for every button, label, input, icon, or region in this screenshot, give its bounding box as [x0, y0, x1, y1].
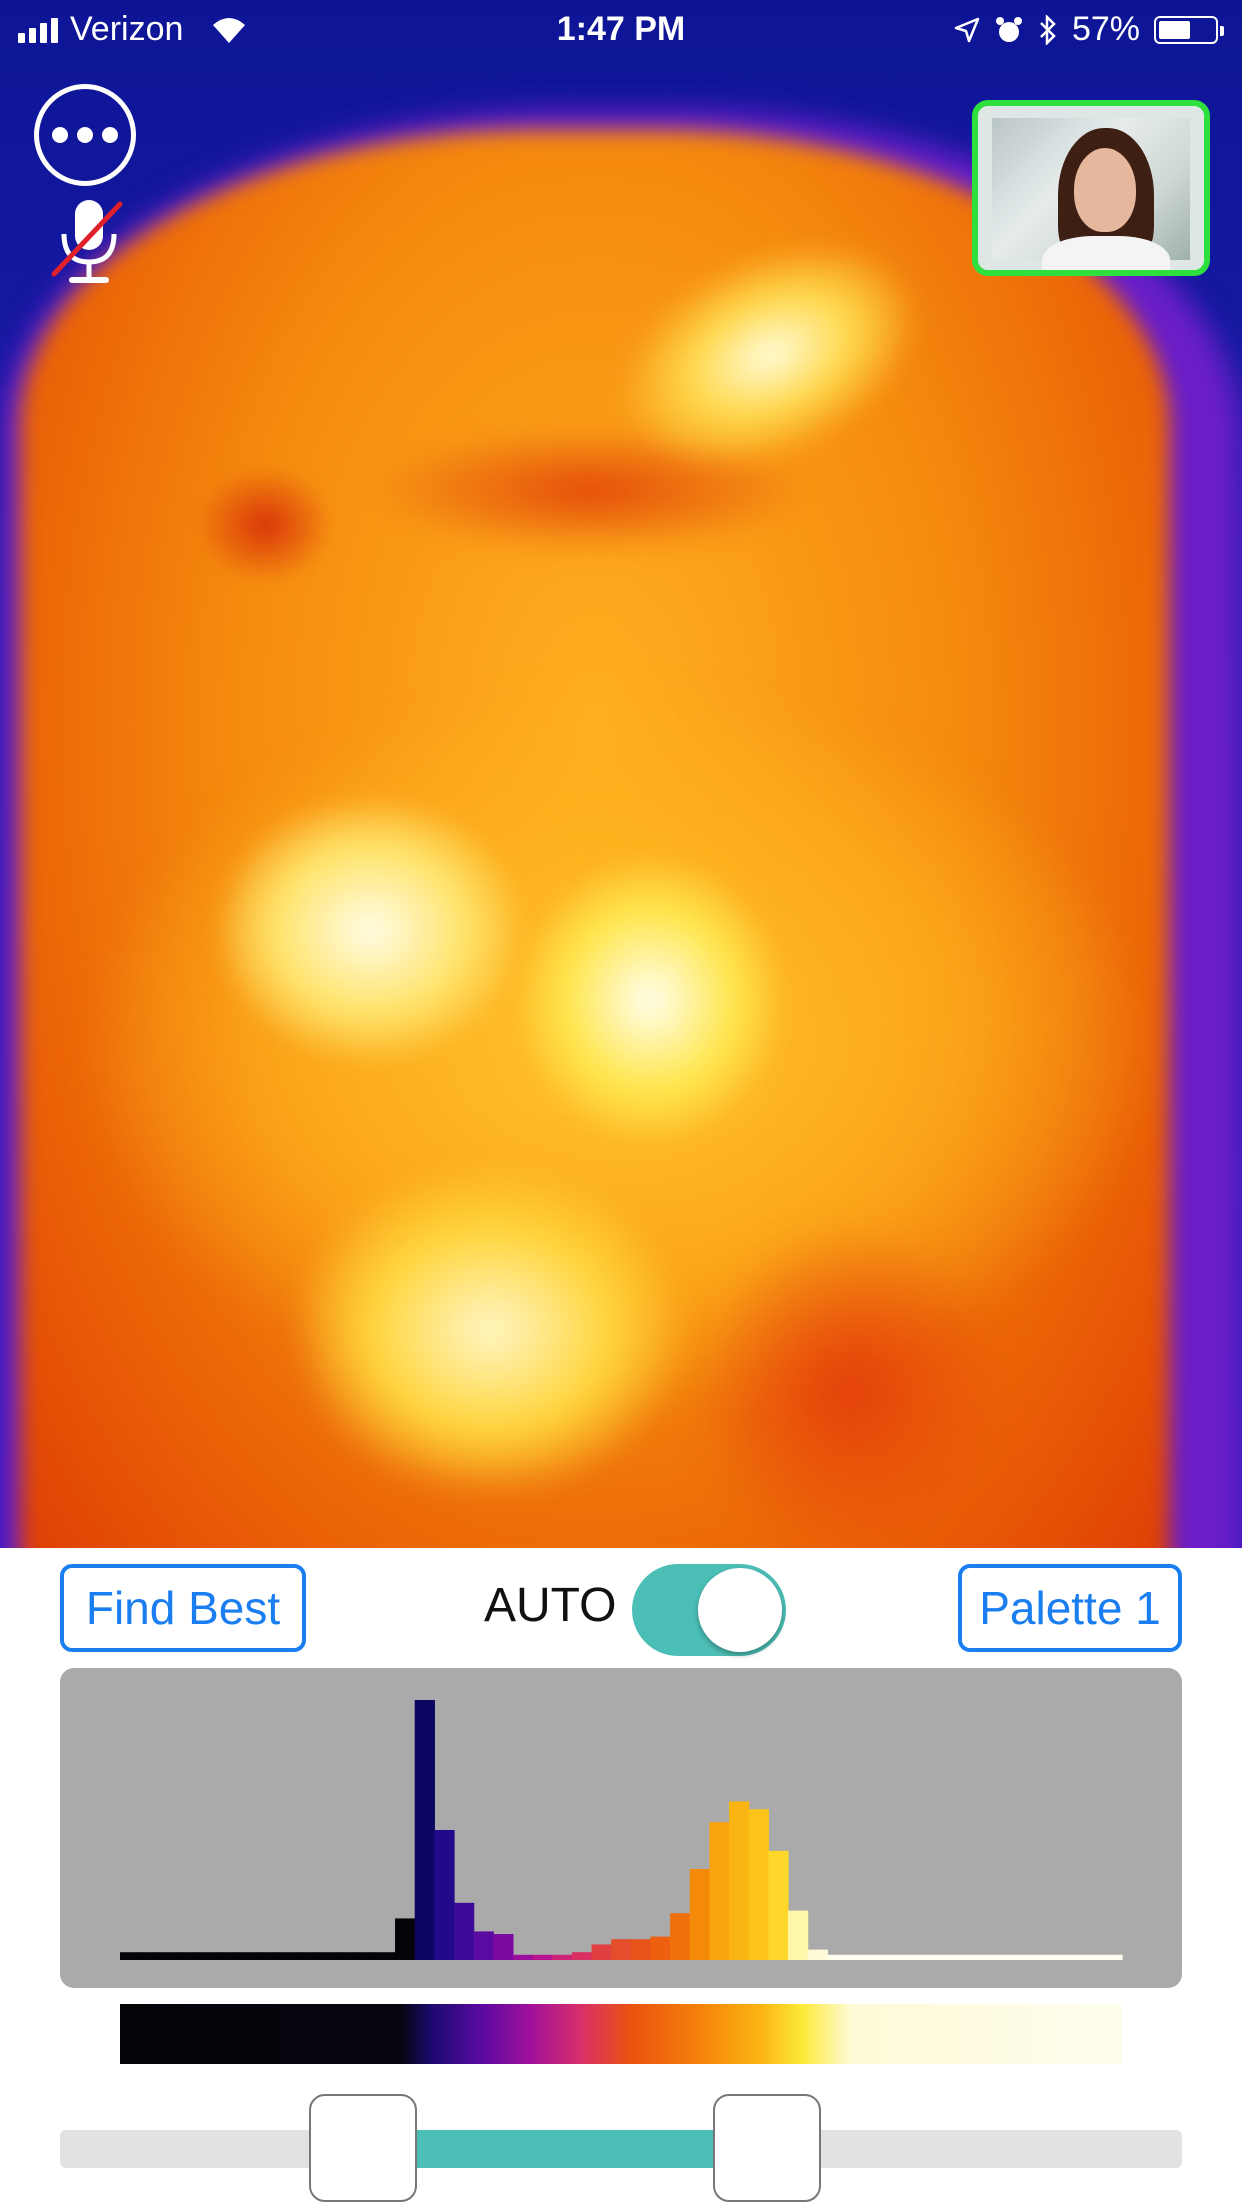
histogram-bar	[237, 1952, 259, 1960]
histogram-bar	[611, 1939, 632, 1960]
color-palette-bar	[120, 2004, 1122, 2064]
histogram-bar	[591, 1944, 612, 1960]
battery-fill	[1159, 20, 1190, 39]
self-view-coat	[1042, 236, 1170, 270]
self-view-background	[992, 118, 1190, 270]
histogram-bar	[178, 1952, 200, 1960]
histogram-bar	[395, 1918, 416, 1960]
histogram-bar	[1043, 1954, 1064, 1960]
histogram-bar	[296, 1952, 318, 1960]
histogram-bar	[198, 1952, 219, 1960]
histogram-bar	[159, 1952, 180, 1960]
histogram-bar	[120, 1952, 141, 1960]
histogram-bar	[139, 1952, 160, 1960]
histogram-chart	[120, 1700, 1123, 1960]
histogram-bar	[650, 1936, 671, 1960]
histogram-bar	[473, 1931, 494, 1960]
histogram-bar	[886, 1954, 907, 1960]
histogram-bar	[788, 1910, 809, 1960]
more-options-button[interactable]	[34, 84, 136, 186]
histogram-bar	[984, 1954, 1005, 1960]
histogram-bar	[355, 1952, 377, 1960]
battery-percent: 57%	[1071, 10, 1140, 48]
histogram-bar	[454, 1902, 475, 1960]
histogram-bar	[827, 1954, 848, 1960]
histogram-bar	[866, 1954, 887, 1960]
histogram-bar	[277, 1952, 298, 1960]
histogram-bar	[670, 1913, 691, 1960]
auto-label: AUTO	[484, 1579, 617, 1632]
thermal-nose-hotspot	[300, 1170, 680, 1490]
battery-icon	[1154, 15, 1224, 44]
thermal-cheek-spot	[700, 1230, 1000, 1548]
histogram-bar	[257, 1952, 278, 1960]
histogram-bar	[905, 1954, 927, 1960]
histogram-bar	[846, 1954, 868, 1960]
histogram-bar	[552, 1954, 573, 1960]
bluetooth-icon	[1040, 14, 1056, 45]
histogram-bar	[218, 1952, 239, 1960]
histogram-bar	[375, 1952, 396, 1960]
histogram-bar	[748, 1809, 769, 1960]
alarm-icon	[995, 16, 1022, 42]
histogram-bar	[1023, 1954, 1045, 1960]
status-bar: Verizon 1:47 PM 57%	[0, 0, 1242, 60]
self-view-face	[1074, 148, 1136, 232]
microphone-muted-icon[interactable]	[48, 196, 130, 288]
histogram-bar	[493, 1934, 514, 1960]
histogram-bar	[434, 1830, 455, 1960]
status-bar-right: 57%	[954, 10, 1224, 49]
histogram-bar	[532, 1954, 553, 1960]
range-slider-low-handle[interactable]	[308, 2094, 417, 2202]
histogram-bar	[1063, 1954, 1084, 1960]
histogram-bar	[945, 1954, 966, 1960]
histogram-bar	[964, 1954, 986, 1960]
auto-toggle-knob	[698, 1568, 782, 1652]
histogram-bar	[768, 1850, 789, 1960]
histogram-bar	[316, 1952, 337, 1960]
range-slider-high-handle[interactable]	[712, 2094, 821, 2202]
thermal-temple-spot	[200, 470, 330, 580]
histogram-bar	[1082, 1954, 1103, 1960]
histogram-bar	[729, 1801, 750, 1960]
histogram-bar	[336, 1952, 357, 1960]
histogram-bar	[571, 1952, 593, 1960]
thermal-left-eye-hotspot	[220, 800, 520, 1060]
histogram-bar	[1102, 1954, 1123, 1960]
histogram-bar	[630, 1939, 652, 1960]
auto-toggle[interactable]	[632, 1564, 786, 1656]
self-view-thumbnail[interactable]	[972, 100, 1210, 276]
histogram-bar	[414, 1700, 435, 1960]
find-best-button[interactable]: Find Best	[60, 1564, 306, 1652]
ellipsis-icon	[52, 127, 68, 143]
histogram-bar	[807, 1949, 828, 1960]
histogram-panel	[60, 1668, 1182, 1988]
histogram-bar	[1004, 1954, 1025, 1960]
location-arrow-icon	[954, 17, 980, 42]
range-slider-fill	[416, 2130, 713, 2168]
histogram-bar	[689, 1869, 711, 1960]
histogram-bar	[512, 1954, 534, 1960]
histogram-bar	[709, 1822, 730, 1960]
histogram-bar	[925, 1954, 946, 1960]
thermal-right-eye-hotspot	[520, 860, 780, 1140]
palette-button[interactable]: Palette 1	[958, 1564, 1182, 1652]
